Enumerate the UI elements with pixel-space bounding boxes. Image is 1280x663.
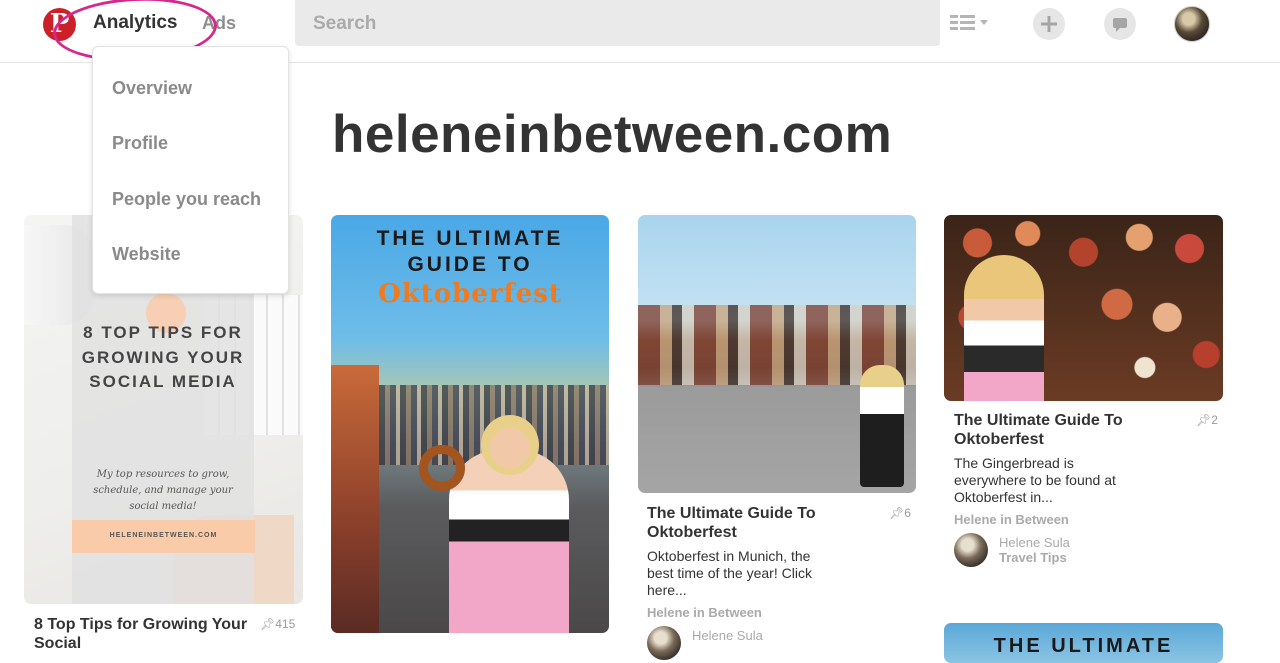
pin-art-line2: GUIDE TO [407,253,533,276]
search-placeholder: Search [313,13,377,34]
messages-button[interactable] [1104,8,1136,40]
message-icon [1113,18,1127,32]
pin-image-partial[interactable]: THE ULTIMATE [944,623,1223,663]
list-view-icon[interactable] [950,14,988,32]
person-head-graphic [481,415,539,475]
menu-item-overview[interactable]: Overview [112,78,192,99]
pin-art-line3: Oktoberfest [378,279,562,309]
user-name[interactable]: Helene Sula [999,535,1070,550]
user-name[interactable]: Helene Sula [692,628,763,643]
analytics-dropdown-menu: Overview Profile People you reach Websit… [92,46,289,294]
pin-art-band-text: HELENEINBETWEEN.COM [109,532,218,539]
repin-count: 📌︎415 [260,617,296,631]
pin-icon: 📌︎ [889,506,905,520]
page-title: heleneinbetween.com [332,105,893,164]
pin-image-gingerbread-hearts[interactable] [944,215,1223,401]
pin-description: Oktoberfest in Munich, the best time of … [647,548,812,598]
user-board[interactable]: Travel Tips [999,550,1067,565]
pin-image-oktoberfest-guide[interactable]: THE ULTIMATE GUIDE TO Oktoberfest [331,215,609,633]
pin-title[interactable]: 8 Top Tips for Growing Your Social [34,615,254,653]
pin-art-heading: 8 TOP TIPS FOR GROWING YOUR SOCIAL MEDIA [81,323,245,391]
pin-icon: 📌︎ [1196,413,1212,427]
pin-source[interactable]: Helene in Between [954,512,1069,527]
booth-graphic [331,365,379,633]
pin-art-line1: THE ULTIMATE [376,227,564,250]
menu-item-website[interactable]: Website [112,244,181,265]
user-avatar[interactable] [954,533,988,567]
menu-item-people-you-reach[interactable]: People you reach [112,189,261,210]
pin-art-partial: THE ULTIMATE [993,635,1174,657]
repin-count: 📌︎6 [889,506,911,520]
plus-icon [1041,16,1057,32]
profile-avatar[interactable] [1174,6,1210,42]
repin-count: 📌︎2 [1196,413,1218,427]
pin-title[interactable]: The Ultimate Guide To Oktoberfest [647,504,852,542]
pretzel-graphic [419,445,465,491]
add-button[interactable] [1033,8,1065,40]
pin-image-oktoberfest-grounds[interactable] [638,215,916,493]
dirndl-graphic [449,450,569,633]
menu-item-profile[interactable]: Profile [112,133,168,154]
pin-art-subtitle: My top resources to grow, schedule, and … [93,469,233,512]
user-avatar[interactable] [647,626,681,660]
pin-description: The Gingerbread is everywhere to be foun… [954,455,1116,505]
search-input[interactable]: Search [295,0,940,46]
person-graphic [860,365,904,487]
person-graphic [964,255,1044,401]
pin-title[interactable]: The Ultimate Guide To Oktoberfest [954,411,1154,449]
pin-icon: 📌︎ [260,617,276,631]
pin-source[interactable]: Helene in Between [647,605,762,620]
